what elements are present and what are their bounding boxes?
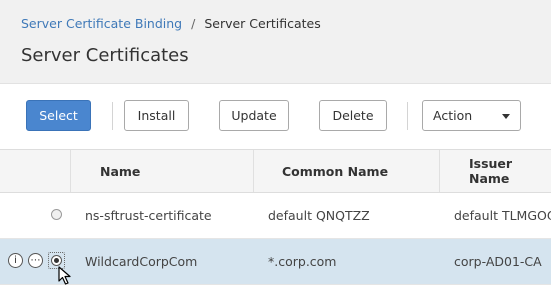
more-options-icon[interactable]: ⋯	[28, 253, 43, 268]
action-dropdown-label: Action	[433, 108, 473, 123]
column-header-name[interactable]: Name	[100, 150, 140, 192]
cell-issuer-name: default TLMGOQ	[454, 208, 551, 223]
cell-common-name: *.corp.com	[268, 254, 337, 269]
toolbar-divider	[112, 102, 113, 130]
table-row[interactable]: ns-sftrust-certificate default QNQTZZ de…	[0, 193, 551, 239]
breadcrumb-current: Server Certificates	[204, 16, 321, 31]
certificates-table: Name Common Name Issuer Name ns-sftrust-…	[0, 149, 551, 285]
update-button[interactable]: Update	[219, 100, 289, 131]
column-separator	[70, 150, 71, 192]
table-header: Name Common Name Issuer Name	[0, 149, 551, 193]
cell-issuer-name: corp-AD01-CA	[454, 254, 542, 269]
install-button[interactable]: Install	[124, 100, 189, 131]
select-button[interactable]: Select	[26, 100, 91, 131]
column-header-common-name[interactable]: Common Name	[282, 150, 388, 192]
mouse-pointer-icon	[58, 266, 71, 285]
delete-button[interactable]: Delete	[319, 100, 387, 131]
cell-common-name: default QNQTZZ	[268, 208, 370, 223]
toolbar-divider	[407, 102, 408, 130]
column-separator	[253, 150, 254, 192]
column-separator	[439, 150, 440, 192]
row-select-radio[interactable]	[51, 255, 62, 266]
column-header-issuer-name[interactable]: Issuer Name	[469, 150, 551, 192]
cell-name: ns-sftrust-certificate	[85, 208, 212, 223]
breadcrumb-link-server-certificate-binding[interactable]: Server Certificate Binding	[21, 16, 182, 31]
toolbar: Select Install Update Delete Action	[0, 84, 551, 149]
cell-name: WildcardCorpCom	[85, 254, 198, 269]
content-panel: Select Install Update Delete Action Name…	[0, 83, 551, 298]
row-select-radio[interactable]	[51, 209, 62, 220]
info-icon[interactable]: i	[8, 253, 23, 268]
chevron-down-icon	[502, 114, 510, 119]
breadcrumb: Server Certificate Binding / Server Cert…	[21, 16, 321, 31]
table-row[interactable]: i ⋯ WildcardCorpCom *.corp.com corp-AD01…	[0, 239, 551, 285]
page-title: Server Certificates	[21, 45, 189, 66]
action-dropdown[interactable]: Action	[422, 100, 521, 131]
breadcrumb-separator: /	[191, 16, 196, 31]
